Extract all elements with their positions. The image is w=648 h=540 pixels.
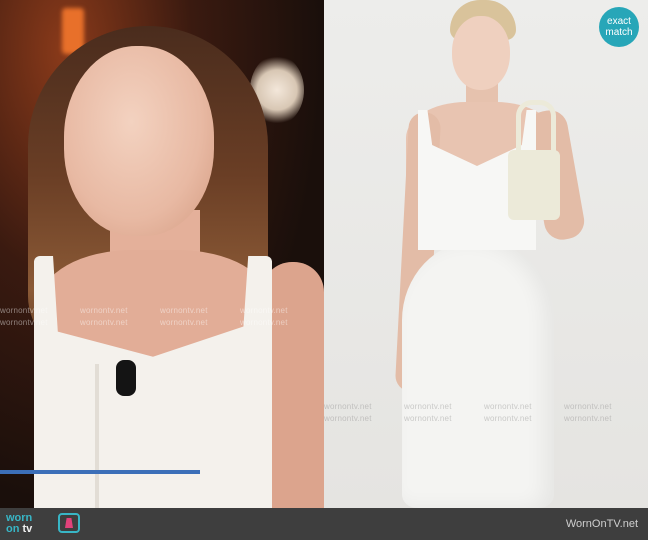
watermark: wornontv.net [160, 318, 208, 327]
logo-tv: tv [22, 523, 33, 535]
site-logo[interactable]: worn on tv [6, 513, 32, 535]
badge-line: exact [607, 16, 631, 27]
watermark: wornontv.net [324, 402, 372, 411]
watermark: wornontv.net [0, 306, 48, 315]
watermark: wornontv.net [404, 414, 452, 423]
exact-match-badge: exact match [599, 7, 639, 47]
model-face [452, 16, 510, 90]
watermark: wornontv.net [240, 306, 288, 315]
broadcast-bar [0, 470, 200, 474]
image-stage: wornontv.net wornontv.net wornontv.net w… [0, 0, 648, 508]
watermark: wornontv.net [160, 306, 208, 315]
watermark: wornontv.net [240, 318, 288, 327]
watermark: wornontv.net [404, 402, 452, 411]
footer-bar [0, 508, 648, 540]
badge-line: match [605, 27, 633, 38]
watermark: wornontv.net [564, 402, 612, 411]
watermark: wornontv.net [324, 414, 372, 423]
watermark: wornontv.net [0, 318, 48, 327]
product-photo: wornontv.net wornontv.net wornontv.net w… [324, 0, 648, 508]
watermark: wornontv.net [80, 306, 128, 315]
button-placket [95, 364, 99, 508]
watermark: wornontv.net [80, 318, 128, 327]
watermark: wornontv.net [484, 414, 532, 423]
site-name[interactable]: WornOnTV.net [566, 518, 638, 530]
watermark: wornontv.net [564, 414, 612, 423]
face [64, 46, 214, 236]
tv-screenshot-photo: wornontv.net wornontv.net wornontv.net w… [0, 0, 324, 508]
white-handbag [508, 150, 560, 220]
white-skirt [402, 240, 554, 508]
watermark: wornontv.net [484, 402, 532, 411]
logo-on: on [6, 523, 20, 535]
dress-icon [58, 513, 80, 533]
microphone [116, 360, 136, 396]
